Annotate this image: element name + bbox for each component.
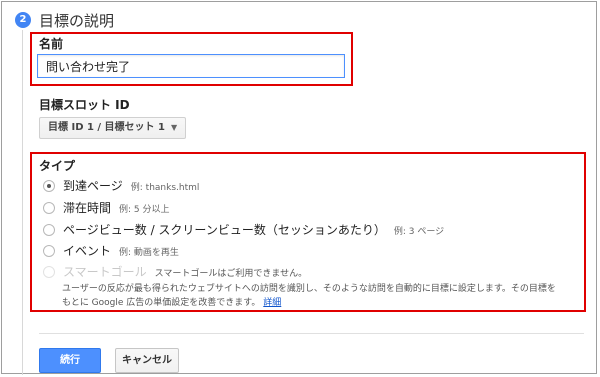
radio-event[interactable]: [43, 245, 55, 257]
option-label: イベント: [63, 244, 112, 258]
step-title: 目標の説明: [39, 12, 115, 30]
description-line-2: もとに Google 広告の単価設定を改善できます。: [62, 298, 261, 308]
details-link[interactable]: 詳細: [263, 298, 281, 308]
goal-name-input[interactable]: [37, 54, 345, 78]
description-line-1: ユーザーの反応が最も得られたウェブサイトへの訪問を識別し、そのような訪問を自動的…: [62, 284, 556, 294]
cancel-button[interactable]: キャンセル: [115, 348, 179, 373]
goal-slot-label: 目標スロット ID: [39, 98, 130, 112]
option-label: ページビュー数 / スクリーンビュー数（セッションあたり）: [63, 223, 386, 237]
option-example: 例: 動画を再生: [119, 248, 179, 258]
option-example: 例: 3 ページ: [393, 227, 445, 237]
option-label: スマートゴール: [63, 265, 147, 279]
step-number-badge: 2: [15, 12, 31, 28]
option-example: 例: 5 分以上: [119, 205, 170, 215]
name-label: 名前: [39, 37, 64, 51]
radio-pages-per-session[interactable]: [43, 224, 55, 236]
option-label: 滞在時間: [63, 201, 112, 215]
goal-setup-panel: 2 目標の説明 名前 目標スロット ID 目標 ID 1 / 目標セット 1▼ …: [1, 1, 597, 375]
option-example: 例: thanks.html: [130, 183, 200, 193]
radio-smart-goal: [43, 266, 55, 278]
smart-goal-unavailable-note: スマートゴールはご利用できません。: [154, 269, 308, 279]
smart-goal-description: ユーザーの反応が最も得られたウェブサイトへの訪問を識別し、そのような訪問を自動的…: [62, 282, 582, 310]
radio-destination[interactable]: [43, 180, 55, 192]
type-label: タイプ: [39, 159, 76, 173]
step-connector-line: [22, 30, 23, 375]
chevron-down-icon: ▼: [171, 123, 178, 132]
divider: [39, 333, 584, 334]
goal-slot-value: 目標 ID 1 / 目標セット 1: [48, 122, 165, 133]
option-label: 到達ページ: [63, 179, 123, 193]
continue-button[interactable]: 続行: [39, 348, 101, 373]
goal-slot-dropdown[interactable]: 目標 ID 1 / 目標セット 1 ▼: [39, 117, 187, 139]
radio-duration[interactable]: [43, 202, 55, 214]
